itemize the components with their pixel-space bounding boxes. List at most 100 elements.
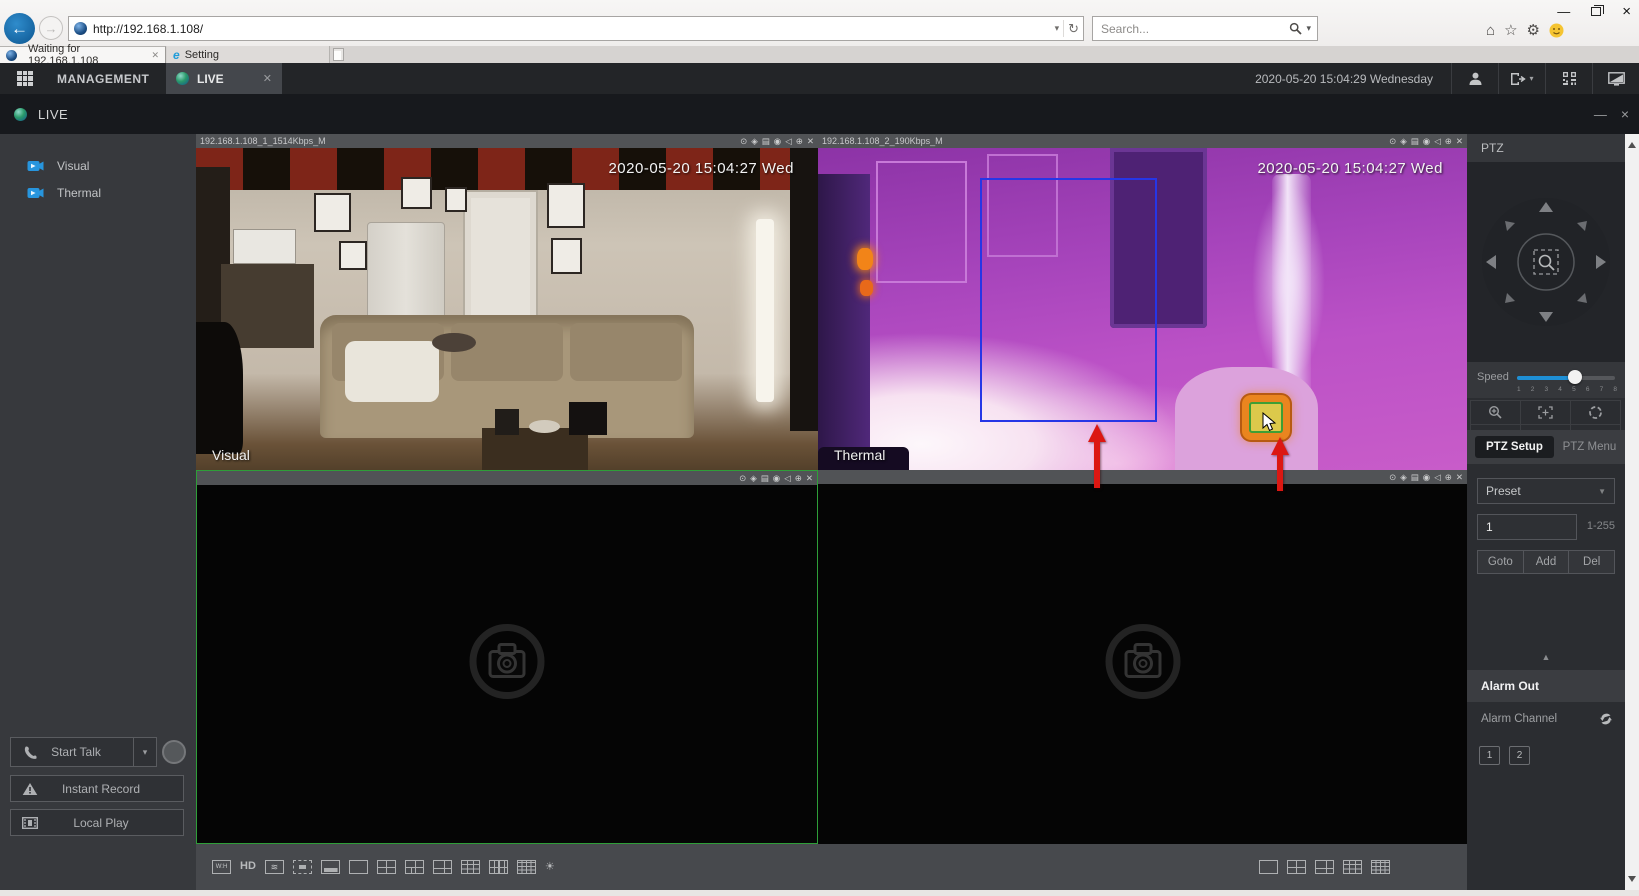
stream-icon[interactable]: ▤	[762, 137, 770, 146]
split-6-button[interactable]	[405, 860, 424, 874]
video-cell-empty-selected[interactable]: ⊙ ◈ ▤ ◉ ◁ ⊕ ✕	[196, 470, 818, 844]
layout-16-button[interactable]	[1371, 860, 1390, 874]
split-8-button[interactable]	[433, 860, 452, 874]
split-16-button[interactable]	[517, 860, 536, 874]
speed-slider-track[interactable]	[1517, 376, 1615, 380]
close-icon[interactable]: ✕	[807, 137, 814, 146]
alarm-channel-1-button[interactable]: 1	[1479, 746, 1500, 765]
add-button[interactable]: Add	[1523, 550, 1570, 574]
close-icon[interactable]: ✕	[806, 474, 813, 483]
digital-zoom-icon[interactable]: ⊕	[1445, 137, 1452, 146]
search-icon[interactable]	[1289, 22, 1302, 35]
sidebar-item-visual[interactable]: Visual	[0, 153, 196, 179]
search-caret-icon[interactable]: ▾	[1306, 23, 1311, 34]
alarm-channel-2-button[interactable]: 2	[1509, 746, 1530, 765]
close-icon[interactable]: ✕	[1456, 473, 1463, 482]
tab-ptz-menu[interactable]: PTZ Menu	[1554, 441, 1625, 453]
qr-code-button[interactable]	[1546, 71, 1592, 86]
video-cell-empty[interactable]: ⊙ ◈ ▤ ◉ ◁ ⊕ ✕	[818, 470, 1467, 844]
refresh-icon[interactable]: ↻	[1068, 21, 1083, 37]
audio-icon[interactable]: ◁	[785, 137, 792, 146]
live-tab-close-icon[interactable]: ✕	[263, 72, 272, 85]
iris-open-button[interactable]	[1570, 400, 1621, 425]
window-minimize-button[interactable]: —	[1557, 4, 1570, 19]
instant-record-button[interactable]: Instant Record	[10, 775, 184, 802]
split-1-button[interactable]	[349, 860, 368, 874]
user-account-button[interactable]	[1452, 71, 1498, 86]
stream-icon[interactable]: ▤	[1411, 473, 1419, 482]
snapshot-icon[interactable]: ◉	[774, 137, 781, 146]
logout-button[interactable]: ▾	[1499, 72, 1545, 86]
home-icon[interactable]: ⌂	[1486, 22, 1495, 39]
browser-back-button[interactable]: ←	[4, 13, 35, 44]
feedback-smiley-icon[interactable]	[1549, 23, 1564, 38]
settings-gear-icon[interactable]: ⚙	[1527, 21, 1540, 39]
search-box[interactable]: Search... ▾	[1092, 16, 1318, 41]
alarm-out-header[interactable]: Alarm Out	[1467, 670, 1625, 702]
layout-1-button[interactable]	[1259, 860, 1278, 874]
split-9-button[interactable]	[461, 860, 480, 874]
window-restore-button[interactable]	[1591, 7, 1601, 16]
audio-icon[interactable]: ◁	[784, 474, 791, 483]
layout-9-button[interactable]	[1343, 860, 1362, 874]
snapshot-icon[interactable]: ◉	[773, 474, 780, 483]
scroll-up-icon[interactable]	[1628, 142, 1636, 148]
fullscreen-button[interactable]	[293, 860, 312, 874]
quality-hd-button[interactable]: HD	[240, 860, 256, 874]
snapshot-icon[interactable]: ◉	[1423, 473, 1430, 482]
window-close-button[interactable]: ×	[1622, 3, 1631, 20]
browser-forward-button[interactable]: →	[39, 16, 63, 40]
browser-tab-setting[interactable]: e Setting	[167, 46, 330, 63]
audio-icon[interactable]: ◁	[1434, 137, 1441, 146]
video-cell-visual[interactable]: 192.168.1.108_1_1514Kbps_M ⊙ ◈ ▤ ◉ ◁ ⊕ ✕	[196, 134, 818, 470]
record-icon[interactable]: ⊙	[1389, 473, 1396, 482]
local-play-button[interactable]: Local Play	[10, 809, 184, 836]
zoom-in-button[interactable]	[1470, 400, 1521, 425]
close-icon[interactable]: ✕	[1456, 137, 1463, 146]
layout-8-button[interactable]	[1315, 860, 1334, 874]
collapse-section-button[interactable]: ▲	[1467, 652, 1625, 662]
speed-slider-knob[interactable]	[1568, 370, 1582, 384]
management-menu[interactable]: MANAGEMENT	[57, 72, 149, 86]
digital-zoom-icon[interactable]: ⊕	[795, 474, 802, 483]
preset-select[interactable]: Preset ▼	[1477, 478, 1615, 504]
goto-button[interactable]: Goto	[1477, 550, 1524, 574]
apps-grid-icon[interactable]	[17, 71, 33, 86]
audio-icon[interactable]: ◁	[1434, 473, 1441, 482]
refresh-icon[interactable]	[1599, 712, 1613, 726]
split-13-button[interactable]	[489, 860, 508, 874]
new-tab-button[interactable]	[333, 48, 344, 61]
talk-icon[interactable]: ◈	[1400, 473, 1407, 482]
aspect-ratio-button[interactable]: W:H	[212, 860, 231, 874]
vertical-scrollbar[interactable]	[1625, 134, 1639, 890]
panel-minimize-button[interactable]: —	[1594, 107, 1607, 122]
scroll-down-icon[interactable]	[1628, 876, 1636, 882]
del-button[interactable]: Del	[1568, 550, 1615, 574]
stream-icon[interactable]: ▤	[1411, 137, 1419, 146]
preset-number-input[interactable]: 1	[1477, 514, 1577, 540]
sidebar-item-thermal[interactable]: Thermal	[0, 180, 196, 206]
talk-options-dropdown[interactable]: ▾	[133, 737, 157, 767]
focus-near-button[interactable]	[1520, 400, 1571, 425]
digital-zoom-icon[interactable]: ⊕	[1445, 473, 1452, 482]
digital-zoom-icon[interactable]: ⊕	[796, 137, 803, 146]
layout-4-button[interactable]	[1287, 860, 1306, 874]
live-app-tab[interactable]: LIVE ✕	[166, 63, 282, 94]
split-4-button[interactable]	[377, 860, 396, 874]
start-talk-button[interactable]: Start Talk	[10, 737, 134, 767]
talk-icon[interactable]: ◈	[750, 474, 757, 483]
record-icon[interactable]: ⊙	[1389, 137, 1396, 146]
talk-icon[interactable]: ◈	[751, 137, 758, 146]
snapshot-icon[interactable]: ◉	[1423, 137, 1430, 146]
talk-icon[interactable]: ◈	[1400, 137, 1407, 146]
favorites-star-icon[interactable]: ☆	[1504, 21, 1517, 39]
tab-close-icon[interactable]: ✕	[151, 50, 159, 61]
tab-ptz-setup[interactable]: PTZ Setup	[1475, 436, 1554, 458]
autocomplete-caret-icon[interactable]: ▾	[1055, 23, 1060, 34]
fluency-button[interactable]: ≋	[265, 860, 284, 874]
record-icon[interactable]: ⊙	[739, 474, 746, 483]
wide-view-button[interactable]	[321, 860, 340, 874]
stream-icon[interactable]: ▤	[761, 474, 769, 483]
display-mode-button[interactable]	[1593, 72, 1639, 86]
address-bar[interactable]: http://192.168.1.108/ ▾ ↻	[68, 16, 1084, 41]
